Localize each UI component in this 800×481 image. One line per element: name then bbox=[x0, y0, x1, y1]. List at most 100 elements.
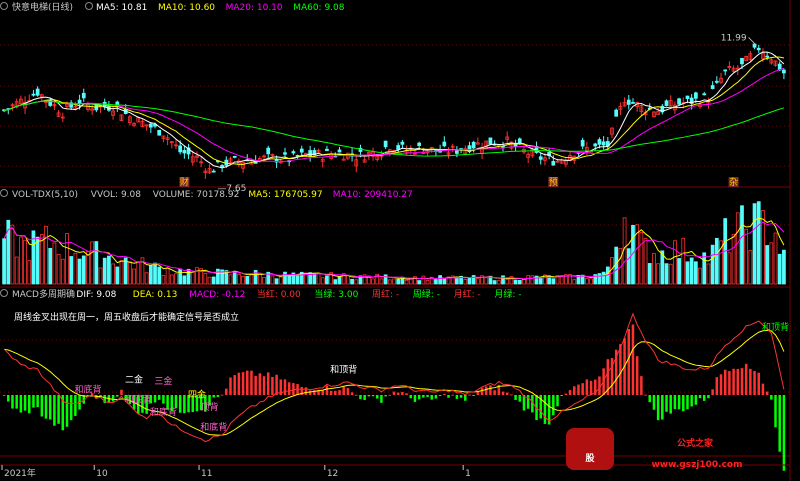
header-item: MA10: 209410.27 bbox=[333, 190, 413, 200]
macd-histogram-bar bbox=[443, 393, 446, 395]
macd-histogram-bar bbox=[426, 395, 429, 397]
candle-body bbox=[291, 151, 296, 154]
volume-bar bbox=[467, 277, 472, 285]
candle-body bbox=[157, 129, 162, 136]
volume-bar bbox=[325, 275, 329, 285]
macd-histogram-bar bbox=[543, 395, 547, 424]
macd-histogram-bar bbox=[464, 395, 467, 401]
candle-body bbox=[597, 139, 602, 145]
volume-bar bbox=[77, 258, 82, 285]
volume-bar bbox=[513, 279, 518, 285]
signal-label: 和底背 bbox=[200, 421, 227, 433]
candle-body bbox=[400, 141, 405, 145]
macd-histogram-bar bbox=[157, 395, 161, 400]
candle-body bbox=[601, 141, 606, 146]
volume-bar bbox=[438, 275, 442, 285]
signal-label: 和顶背 bbox=[762, 321, 789, 333]
volume-bar bbox=[274, 278, 279, 285]
watermark-text: 公式之家 bbox=[677, 437, 714, 449]
candle-body bbox=[283, 152, 287, 155]
candle-body bbox=[442, 141, 447, 147]
macd-histogram-bar bbox=[417, 395, 421, 400]
macd-histogram-bar bbox=[665, 395, 668, 412]
macd-histogram-bar bbox=[480, 387, 484, 395]
macd-histogram-bar bbox=[401, 391, 404, 395]
volume-bar bbox=[81, 255, 86, 285]
macd-histogram-bar bbox=[388, 394, 392, 396]
volume-bar bbox=[492, 280, 497, 285]
macd-histogram-bar bbox=[355, 394, 358, 396]
candle-body bbox=[299, 148, 304, 153]
volume-bar bbox=[2, 238, 6, 285]
macd-histogram-bar bbox=[589, 380, 593, 395]
candle-body bbox=[325, 148, 329, 152]
macd-histogram-bar bbox=[375, 395, 379, 399]
macd-histogram-bar bbox=[770, 395, 773, 400]
date-label: 11 bbox=[201, 469, 212, 479]
volume-bar bbox=[94, 241, 99, 285]
signal-label: 顶背 bbox=[201, 401, 219, 413]
candle-body bbox=[782, 69, 786, 74]
macd-histogram-bar bbox=[598, 376, 601, 395]
macd-histogram-bar bbox=[564, 393, 568, 395]
macd-histogram-bar bbox=[493, 390, 496, 395]
macd-histogram-bar bbox=[719, 374, 723, 395]
macd-histogram-bar bbox=[116, 395, 119, 397]
volume-bar bbox=[153, 262, 157, 285]
candle-body bbox=[631, 102, 635, 104]
macd-histogram-bar bbox=[32, 395, 35, 408]
candle-body bbox=[182, 150, 187, 154]
macd-histogram-bar bbox=[162, 395, 165, 404]
header-item: VOLUME: 70178.92 bbox=[153, 190, 240, 200]
watermark-url: www.gszj100.com bbox=[651, 460, 742, 470]
macd-histogram-bar bbox=[560, 395, 563, 396]
macd-histogram-bar bbox=[250, 370, 253, 395]
macd-histogram-bar bbox=[36, 395, 39, 408]
candle-body bbox=[765, 55, 770, 58]
volume-bar bbox=[337, 276, 342, 285]
candle-body bbox=[580, 139, 585, 147]
macd-histogram-bar bbox=[178, 395, 182, 413]
macd-histogram-bar bbox=[271, 377, 274, 395]
macd-histogram-bar bbox=[359, 395, 362, 400]
macd-histogram-bar bbox=[757, 372, 761, 395]
candle-body bbox=[471, 141, 476, 149]
volume-bar bbox=[107, 255, 111, 285]
candle-body bbox=[752, 43, 757, 48]
macd-histogram-bar bbox=[673, 395, 677, 410]
volume-bar bbox=[442, 278, 447, 285]
signal-label: 和顶背 bbox=[330, 364, 357, 376]
macd-histogram-bar bbox=[321, 390, 324, 395]
macd-histogram-bar bbox=[241, 372, 245, 395]
macd-histogram-bar bbox=[489, 385, 492, 395]
macd-histogram-bar bbox=[656, 395, 660, 421]
macd-histogram-bar bbox=[220, 394, 224, 396]
header-item: DEA: 0.13 bbox=[133, 290, 178, 300]
macd-histogram-bar bbox=[552, 395, 555, 416]
header-item: MA5: 10.81 bbox=[96, 3, 147, 13]
volume-bar bbox=[740, 205, 744, 285]
candle-body bbox=[677, 98, 681, 105]
volume-bar bbox=[551, 278, 556, 285]
volume-bar bbox=[689, 257, 694, 285]
volume-bar bbox=[777, 253, 782, 285]
volume-bar bbox=[752, 203, 757, 285]
header-item: 当红: 0.00 bbox=[257, 288, 301, 300]
header-item: 周绿: - bbox=[413, 288, 440, 300]
macd-histogram-bar bbox=[459, 395, 463, 398]
macd-histogram-bar bbox=[682, 395, 685, 412]
volume-bar bbox=[455, 277, 459, 285]
macd-histogram-bar bbox=[702, 395, 706, 401]
date-label: 10 bbox=[96, 469, 108, 479]
macd-histogram-bar bbox=[677, 395, 681, 410]
macd-histogram-bar bbox=[744, 363, 748, 395]
candle-body bbox=[467, 145, 472, 153]
macd-histogram-bar bbox=[468, 394, 471, 396]
volume-bar bbox=[148, 264, 153, 285]
macd-histogram-bar bbox=[723, 369, 727, 395]
volume-bar bbox=[765, 245, 770, 285]
macd-histogram-bar bbox=[15, 395, 18, 409]
volume-bar bbox=[417, 280, 422, 285]
header-item: MA60: 9.08 bbox=[293, 3, 345, 13]
volume-bar bbox=[434, 279, 438, 285]
